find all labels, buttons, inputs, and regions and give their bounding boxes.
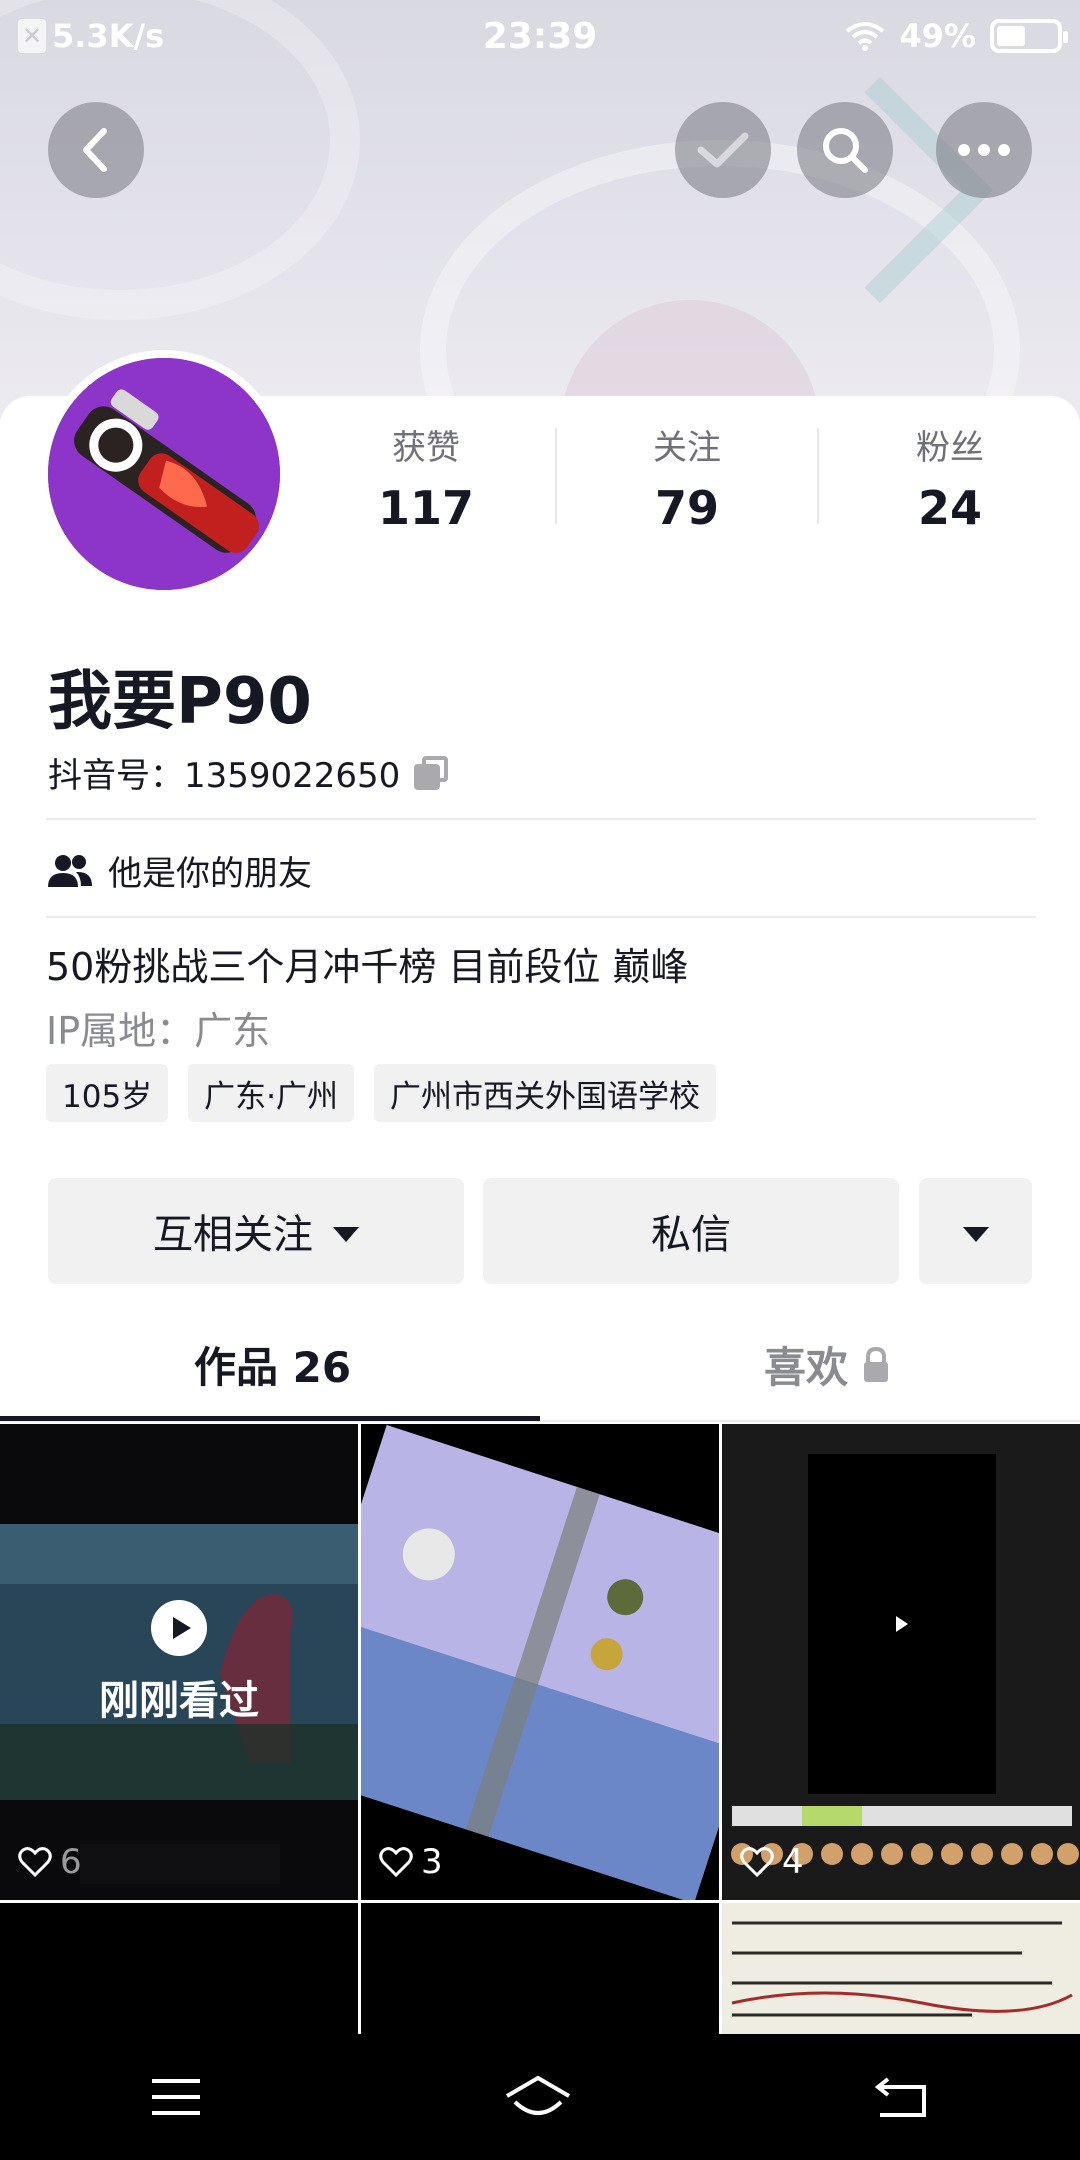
caret-down-icon	[333, 1226, 359, 1242]
wifi-icon	[846, 22, 885, 51]
friend-note: 他是你的朋友	[46, 846, 312, 895]
video-preview	[722, 1424, 1080, 1900]
stat-followers[interactable]: 粉丝 24	[860, 420, 1040, 535]
douyin-id: 抖音号：1359022650	[48, 756, 401, 796]
battery-icon	[990, 19, 1068, 53]
stat-divider	[555, 428, 557, 524]
follow-button[interactable]: 互相关注	[48, 1178, 464, 1284]
stat-divider	[817, 428, 819, 524]
lock-icon	[864, 1346, 889, 1382]
stat-following[interactable]: 关注 79	[597, 420, 777, 535]
net-speed: 5.3K/s	[52, 17, 165, 55]
check-button[interactable]	[675, 102, 771, 198]
message-button-label: 私信	[651, 1212, 731, 1258]
video-thumbnail[interactable]	[722, 1903, 1080, 2034]
more-actions-button[interactable]	[919, 1178, 1032, 1284]
stat-value: 117	[377, 481, 475, 535]
video-preview	[722, 1903, 1080, 2034]
search-button[interactable]	[797, 102, 893, 198]
copy-icon[interactable]	[414, 755, 449, 790]
heart-icon	[379, 1847, 413, 1878]
status-bar: ✕ 5.3K/s 23:39 49%	[0, 0, 1080, 72]
notification-icon: ✕	[18, 19, 46, 53]
douyin-id-row: 抖音号：1359022650	[48, 748, 449, 797]
video-likes-count: 4	[782, 1842, 804, 1882]
video-preview	[361, 1424, 719, 1900]
video-thumbnail[interactable]: 4	[722, 1424, 1080, 1900]
stat-value: 24	[917, 481, 982, 535]
ip-location: IP属地：广东	[46, 1009, 271, 1053]
users-icon	[48, 854, 92, 887]
play-icon	[151, 1600, 207, 1656]
clock: 23:39	[482, 15, 598, 57]
watched-overlay	[0, 1424, 358, 1900]
tag-school: 广州市西关外国语学校	[374, 1064, 717, 1122]
profile-bio: 50粉挑战三个月冲千榜 目前段位 巅峰	[46, 945, 689, 989]
check-icon	[697, 132, 749, 168]
video-likes: 3	[379, 1842, 443, 1882]
video-thumbnail[interactable]	[361, 1903, 719, 2034]
avatar-image	[48, 358, 280, 590]
menu-icon[interactable]	[150, 2075, 202, 2119]
video-thumbnail[interactable]: 刚刚看过 6	[0, 1424, 358, 1900]
video-likes-count: 3	[421, 1842, 443, 1882]
heart-icon	[740, 1847, 774, 1878]
profile-tags: 105岁 广东·广州 广州市西关外国语学校	[46, 1064, 717, 1122]
video-thumbnail[interactable]: 3	[361, 1424, 719, 1900]
tab-likes-label: 喜欢	[764, 1343, 849, 1392]
home-icon[interactable]	[503, 2074, 573, 2120]
stat-likes[interactable]: 获赞 117	[336, 420, 516, 535]
tab-works[interactable]: 作品 26	[194, 1334, 351, 1395]
video-likes-count: 6	[60, 1842, 82, 1882]
back-nav-icon[interactable]	[874, 2075, 930, 2119]
more-button[interactable]	[936, 102, 1032, 198]
tag-age: 105岁	[46, 1064, 169, 1122]
video-likes: 4	[740, 1842, 804, 1882]
tab-likes[interactable]: 喜欢	[764, 1334, 890, 1395]
caret-down-icon	[962, 1226, 989, 1242]
divider	[46, 818, 1036, 820]
stat-label: 获赞	[392, 428, 460, 468]
video-likes: 6	[18, 1842, 82, 1882]
divider	[46, 916, 1036, 918]
message-button[interactable]: 私信	[483, 1178, 899, 1284]
back-button[interactable]	[48, 102, 144, 198]
stat-label: 粉丝	[916, 428, 984, 468]
watched-label: 刚刚看过	[99, 1678, 259, 1724]
friend-note-text: 他是你的朋友	[108, 854, 312, 894]
video-thumbnail[interactable]	[0, 1903, 358, 2034]
tag-location: 广东·广州	[188, 1064, 355, 1122]
battery-percent: 49%	[899, 17, 976, 55]
follow-button-label: 互相关注	[153, 1212, 313, 1258]
more-horizontal-icon	[958, 144, 1010, 156]
chevron-left-icon	[83, 128, 107, 172]
tab-active-indicator	[0, 1416, 540, 1421]
stat-label: 关注	[653, 428, 721, 468]
stat-value: 79	[654, 481, 719, 535]
avatar[interactable]	[48, 358, 280, 590]
system-nav-bar	[0, 2034, 1080, 2160]
heart-icon	[18, 1847, 52, 1878]
search-icon	[823, 128, 868, 173]
profile-name: 我要P90	[48, 665, 312, 739]
